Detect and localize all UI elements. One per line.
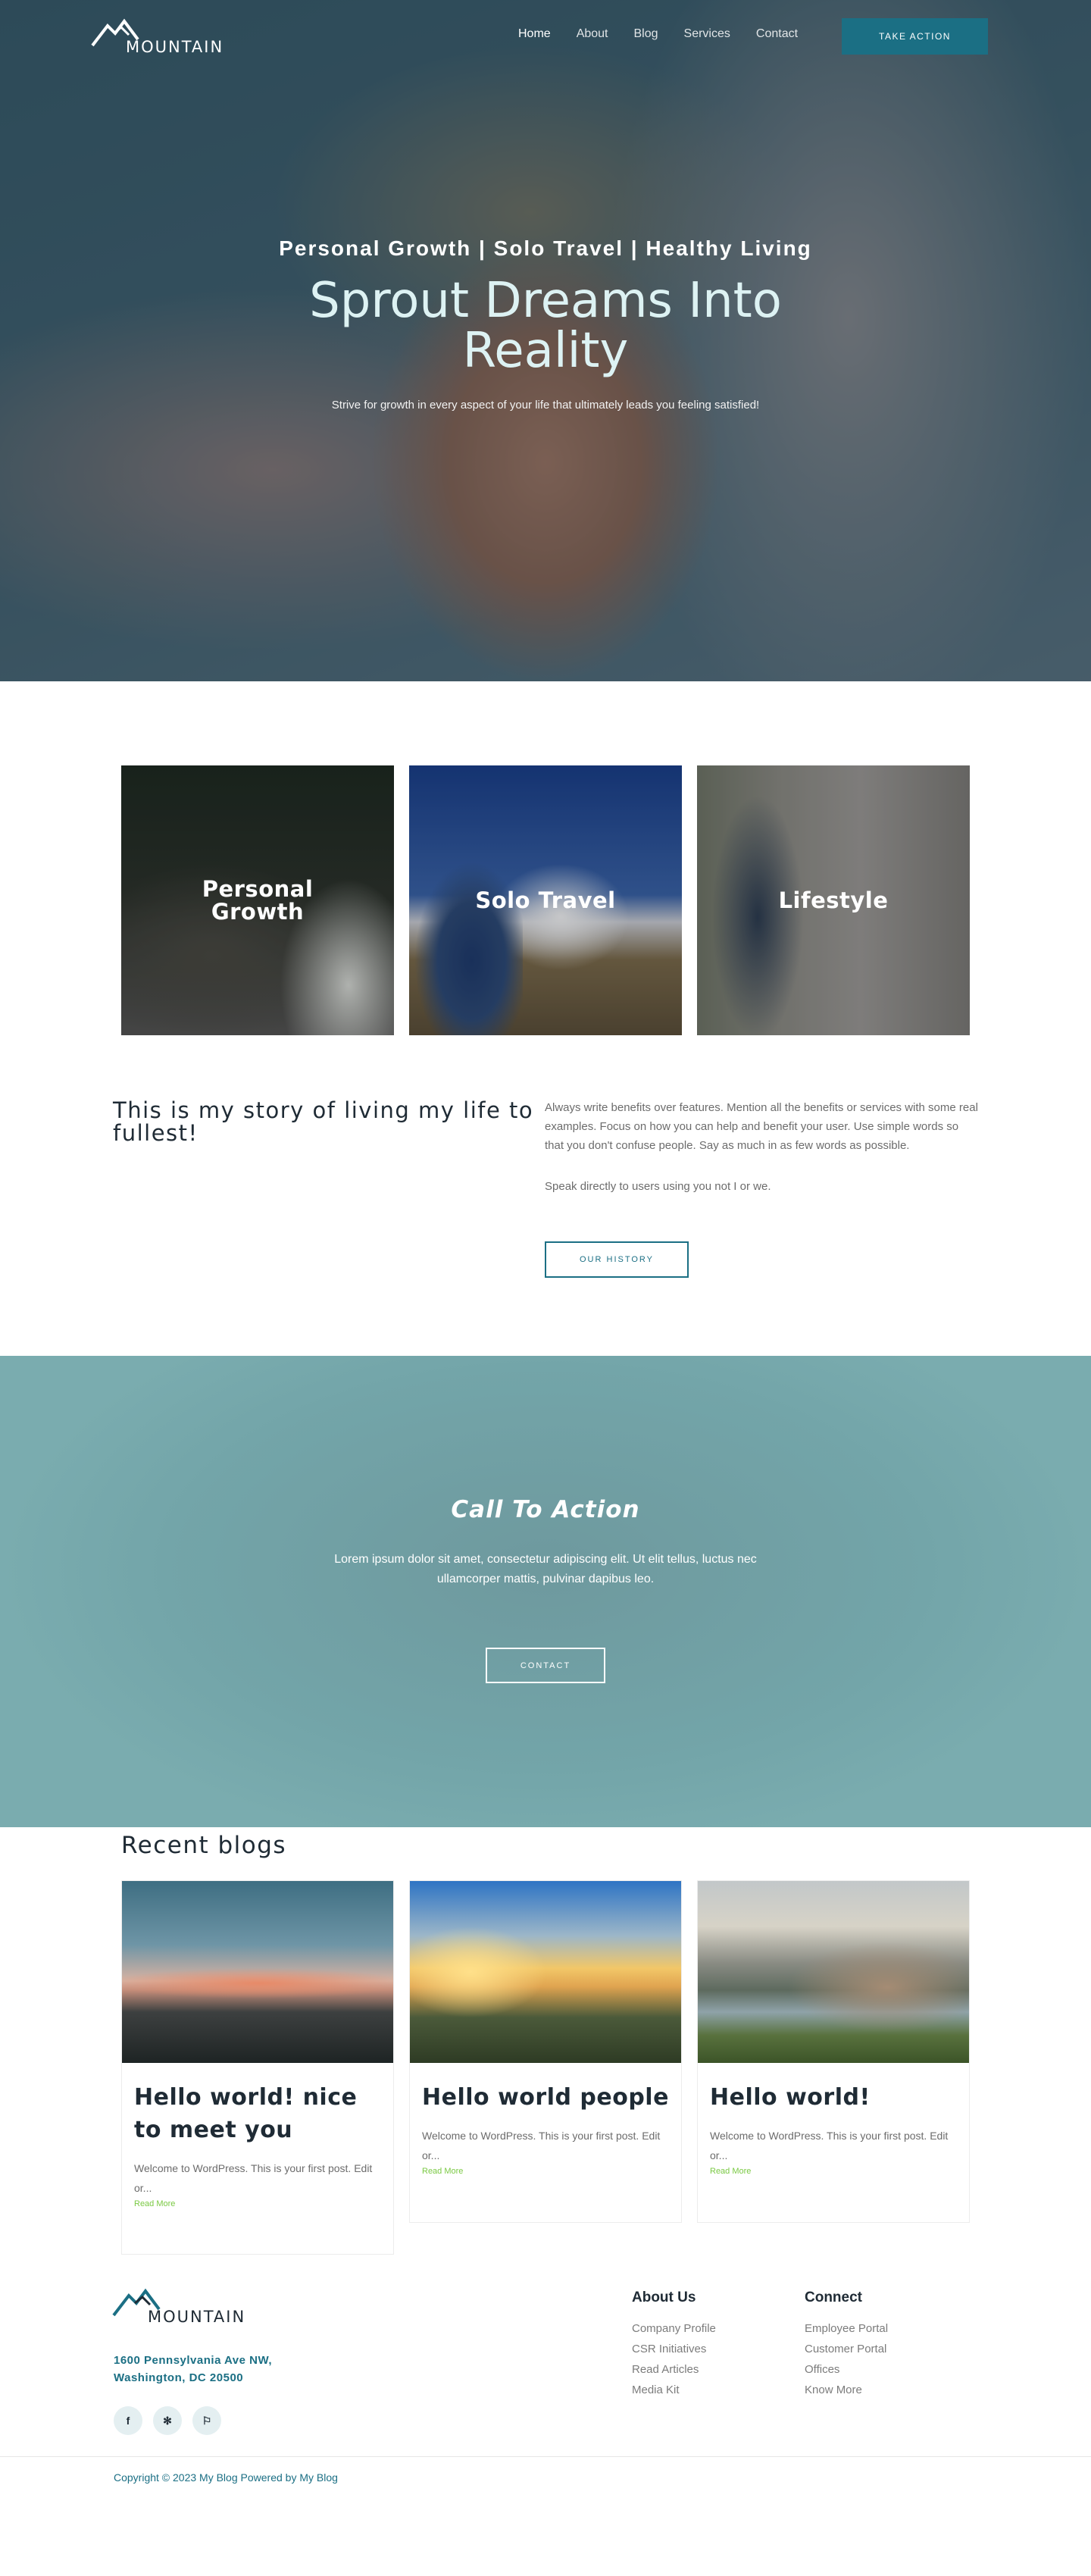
footer-logo[interactable]: MOUNTAIN: [112, 2286, 264, 2326]
read-more-link[interactable]: Read More: [422, 2167, 669, 2176]
hero-subtitle: Strive for growth in every aspect of you…: [331, 399, 760, 412]
hero-section: MOUNTAIN Home About Blog Services Contac…: [0, 0, 1091, 681]
blog-excerpt: Welcome to WordPress. This is your first…: [422, 2130, 661, 2161]
blog-image[interactable]: [410, 1881, 681, 2063]
footer-link[interactable]: Employee Portal: [805, 2318, 888, 2339]
footer-column-title: Connect: [805, 2290, 862, 2305]
blogs-title: Recent blogs: [121, 1832, 287, 1859]
footer-link[interactable]: Company Profile: [632, 2318, 716, 2339]
our-history-button[interactable]: OUR HISTORY: [545, 1241, 689, 1278]
blog-image[interactable]: [698, 1881, 969, 2063]
blog-image[interactable]: [122, 1881, 393, 2063]
call-to-action-section: Call To Action Lorem ipsum dolor sit ame…: [0, 1356, 1091, 1827]
nav-about[interactable]: About: [577, 27, 608, 41]
tile-personal-growth[interactable]: Personal Growth: [121, 765, 394, 1035]
footer-divider: [0, 2456, 1091, 2457]
nav-home[interactable]: Home: [518, 27, 551, 41]
blog-excerpt: Welcome to WordPress. This is your first…: [710, 2130, 949, 2161]
site-logo[interactable]: MOUNTAIN: [91, 17, 235, 56]
footer-link[interactable]: CSR Initiatives: [632, 2339, 716, 2359]
contact-button[interactable]: CONTACT: [486, 1648, 605, 1683]
footer-column-connect: Connect Employee Portal Customer Portal …: [805, 2290, 888, 2400]
tile-label: Lifestyle: [778, 887, 889, 913]
footer-column-about: About Us Company Profile CSR Initiatives…: [632, 2290, 716, 2400]
footer-link[interactable]: Media Kit: [632, 2380, 716, 2400]
tile-label: Personal Growth: [202, 876, 314, 925]
blog-title[interactable]: Hello world people: [422, 2081, 669, 2114]
story-paragraph-1: Always write benefits over features. Men…: [545, 1101, 978, 1152]
category-tiles: Personal Growth Solo Travel Lifestyle: [0, 681, 1091, 1060]
logo-text: MOUNTAIN: [126, 38, 224, 56]
cta-text: Lorem ipsum dolor sit amet, consectetur …: [334, 1553, 757, 1585]
address-line-2: Washington, DC 20500: [114, 2371, 244, 2384]
hero-kicker: Personal Growth | Solo Travel | Healthy …: [279, 236, 812, 260]
facebook-icon[interactable]: f: [114, 2406, 142, 2435]
read-more-link[interactable]: Read More: [134, 2199, 381, 2208]
recent-blogs-section: Recent blogs Hello world! nice to meet y…: [0, 1827, 1091, 2259]
blog-title[interactable]: Hello world! nice to meet you: [134, 2081, 381, 2146]
story-section: This is my story of living my life to fu…: [0, 1060, 1091, 1356]
read-more-link[interactable]: Read More: [710, 2167, 957, 2176]
blog-card[interactable]: Hello world! nice to meet you Welcome to…: [121, 1880, 394, 2255]
blog-excerpt: Welcome to WordPress. This is your first…: [134, 2162, 373, 2194]
footer-column-title: About Us: [632, 2290, 696, 2305]
tile-label: Solo Travel: [475, 887, 616, 913]
take-action-button[interactable]: TAKE ACTION: [842, 18, 988, 55]
address-line-1: 1600 Pennsylvania Ave NW,: [114, 2354, 272, 2367]
main-menu: Home About Blog Services Contact: [518, 27, 824, 41]
nav-blog[interactable]: Blog: [634, 27, 658, 41]
traveler-image: [409, 849, 523, 1035]
tile-lifestyle[interactable]: Lifestyle: [697, 765, 970, 1035]
top-nav: MOUNTAIN Home About Blog Services Contac…: [0, 0, 1091, 71]
footer-link[interactable]: Read Articles: [632, 2359, 716, 2380]
nav-services[interactable]: Services: [684, 27, 730, 41]
footer-logo-text: MOUNTAIN: [148, 2308, 246, 2326]
social-links: f ✻ ⚐: [114, 2406, 221, 2435]
footer-link[interactable]: Know More: [805, 2380, 888, 2400]
hero-content: Personal Growth | Solo Travel | Healthy …: [0, 236, 1091, 412]
foursquare-icon[interactable]: ⚐: [192, 2406, 221, 2435]
copyright-text: Copyright © 2023 My Blog Powered by My B…: [114, 2471, 338, 2484]
site-footer: MOUNTAIN 1600 Pennsylvania Ave NW, Washi…: [0, 2259, 1091, 2500]
footer-link[interactable]: Customer Portal: [805, 2339, 888, 2359]
blog-card[interactable]: Hello world! Welcome to WordPress. This …: [697, 1880, 970, 2223]
blog-card[interactable]: Hello world people Welcome to WordPress.…: [409, 1880, 682, 2223]
footer-link[interactable]: Offices: [805, 2359, 888, 2380]
story-paragraph-2: Speak directly to users using you not I …: [545, 1180, 771, 1193]
blog-title[interactable]: Hello world!: [710, 2081, 957, 2114]
yelp-icon[interactable]: ✻: [153, 2406, 182, 2435]
hero-title: Sprout Dreams Into Reality: [309, 273, 782, 379]
story-title: This is my story of living my life to fu…: [113, 1097, 534, 1146]
address: 1600 Pennsylvania Ave NW, Washington, DC…: [114, 2352, 272, 2387]
cta-title: Call To Action: [451, 1496, 640, 1523]
tile-solo-travel[interactable]: Solo Travel: [409, 765, 682, 1035]
nav-contact[interactable]: Contact: [756, 27, 798, 41]
